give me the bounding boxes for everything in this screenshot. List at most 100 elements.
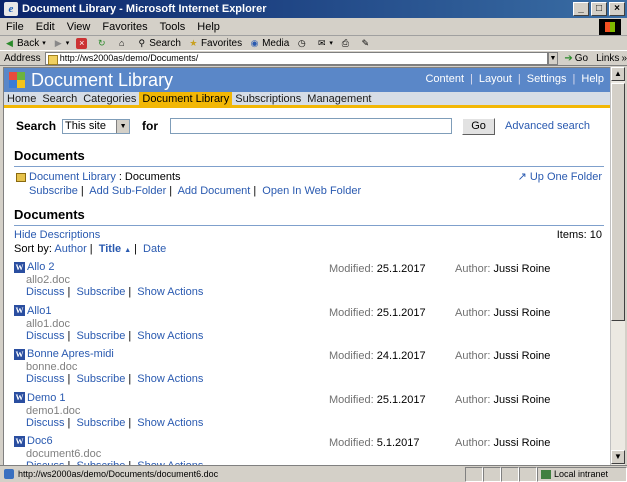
documents-meta: Hide Descriptions Items: 10	[4, 229, 610, 243]
document-modified: Modified: 25.1.2017	[329, 306, 426, 319]
discuss-link[interactable]: Discuss	[26, 417, 65, 429]
discuss-link[interactable]: Discuss	[26, 286, 65, 298]
show-actions-link[interactable]: Show Actions	[137, 373, 203, 385]
document-actions: Discuss| Subscribe| Show Actions	[26, 329, 204, 342]
tab-home[interactable]: Home	[4, 92, 39, 105]
hide-descriptions-link[interactable]: Hide Descriptions	[14, 229, 100, 241]
mail-button[interactable]: ✉ ▾	[316, 38, 333, 49]
document-actions: Discuss| Subscribe| Show Actions	[26, 373, 204, 385]
show-actions-link[interactable]: Show Actions	[137, 330, 203, 342]
menu-help[interactable]: Help	[197, 21, 220, 33]
home-button[interactable]: ⌂	[116, 38, 129, 49]
search-bar: Search This site ▼ for Go Advanced searc…	[4, 114, 610, 138]
close-button[interactable]: ×	[609, 2, 625, 16]
back-button[interactable]: ◀ Back ▾	[4, 38, 46, 49]
address-dropdown-button[interactable]: ▼	[547, 51, 559, 65]
sort-date-link[interactable]: Date	[143, 243, 166, 255]
tab-document-library[interactable]: Document Library	[139, 92, 233, 105]
scrollbar-thumb[interactable]	[611, 83, 625, 321]
subscribe-link[interactable]: Subscribe	[76, 417, 125, 429]
items-count: Items: 10	[556, 229, 602, 241]
browser-toolbar: ◀ Back ▾ ▶ ▾ × ↻ ⌂ ⚲ Search ★ Favorites ◉ Medi…	[0, 36, 627, 50]
folder-actions: Subscribe | Add Sub-Folder | Add Document |…	[29, 185, 362, 197]
address-bar: Address http://ws2000as/demo/Documents/ …	[0, 50, 627, 66]
search-toolbar-button[interactable]: ⚲ Search	[136, 38, 180, 49]
nav-tabs: Home Search Categories Document Library …	[4, 92, 610, 108]
documents-section-heading: Documents	[14, 207, 85, 222]
search-input[interactable]	[170, 118, 453, 134]
document-row: W Doc6 document6.doc Discuss| Subscribe|…	[4, 434, 610, 465]
up-arrow-icon: ↗	[517, 171, 527, 183]
add-document-link[interactable]: Add Document	[178, 185, 251, 197]
status-url: http://ws2000as/demo/Documents/document6…	[0, 469, 465, 479]
chevron-down-icon: ▼	[116, 119, 130, 133]
document-title-link[interactable]: Demo 1	[27, 392, 66, 404]
tab-subscriptions[interactable]: Subscriptions	[232, 92, 304, 105]
util-link-content[interactable]: Content	[425, 73, 464, 85]
util-link-layout[interactable]: Layout	[479, 73, 512, 85]
tab-management[interactable]: Management	[304, 92, 374, 105]
document-modified: Modified: 5.1.2017	[329, 437, 420, 449]
discuss-link[interactable]: Discuss	[26, 330, 65, 342]
favorites-icon: ★	[189, 37, 198, 48]
subscribe-link[interactable]: Subscribe	[76, 330, 125, 342]
favorites-toolbar-button[interactable]: ★ Favorites	[188, 38, 242, 49]
sort-author-link[interactable]: Author	[54, 243, 86, 255]
maximize-button[interactable]: □	[591, 2, 607, 16]
stop-button[interactable]: ×	[76, 37, 89, 49]
folder-subscribe-link[interactable]: Subscribe	[29, 185, 78, 197]
document-title-link[interactable]: Doc6	[27, 435, 53, 447]
tab-search[interactable]: Search	[39, 92, 80, 105]
advanced-search-link[interactable]: Advanced search	[505, 120, 590, 132]
scroll-up-button[interactable]: ▲	[611, 67, 625, 81]
document-row: W Allo1 allo1.doc Discuss | Subscribe | Sh…	[4, 304, 610, 345]
document-title-link[interactable]: Bonne Apres-midi	[27, 348, 114, 360]
document-title-link[interactable]: Allo 2	[27, 261, 55, 273]
util-link-settings[interactable]: Settings	[527, 73, 567, 85]
address-input[interactable]: http://ws2000as/demo/Documents/	[44, 51, 548, 65]
menu-view[interactable]: View	[67, 21, 91, 33]
menu-tools[interactable]: Tools	[160, 21, 186, 33]
search-scope-select[interactable]: This site ▼	[62, 118, 131, 134]
media-icon: ◉	[250, 37, 259, 48]
add-sub-folder-link[interactable]: Add Sub-Folder	[89, 185, 166, 197]
menu-favorites[interactable]: Favorites	[102, 21, 147, 33]
sort-label: Sort by:	[14, 243, 52, 255]
subscribe-link[interactable]: Subscribe	[76, 286, 125, 298]
print-button[interactable]: ⎙	[340, 38, 353, 49]
menu-file[interactable]: File	[6, 21, 24, 33]
site-header: Document Library Content | Layout | Settin…	[4, 68, 610, 92]
up-one-folder-link[interactable]: ↗ Up One Folder	[518, 170, 602, 183]
subscribe-link[interactable]: Subscribe	[76, 373, 125, 385]
address-go-button[interactable]: Go	[575, 53, 588, 64]
security-zone: Local intranet	[537, 466, 627, 482]
refresh-button[interactable]: ↻	[96, 38, 109, 49]
show-actions-link[interactable]: Show Actions	[137, 417, 203, 429]
for-label: for	[142, 119, 159, 133]
tab-categories[interactable]: Categories	[80, 92, 139, 105]
document-author: Author: Jussi Roine	[455, 350, 551, 362]
edit-button[interactable]: ✎	[360, 38, 373, 49]
open-in-web-folder-link[interactable]: Open In Web Folder	[262, 185, 361, 197]
history-button[interactable]: ◷	[296, 38, 309, 49]
util-link-help[interactable]: Help	[581, 73, 604, 85]
search-go-button[interactable]: Go	[462, 117, 496, 135]
menu-edit[interactable]: Edit	[36, 21, 55, 33]
document-author: Author: Jussi Roine	[455, 393, 551, 406]
media-toolbar-button[interactable]: ◉ Media	[249, 37, 290, 49]
links-button[interactable]: Links	[596, 53, 619, 64]
sort-title-link[interactable]: Title ▲	[99, 243, 131, 255]
breadcrumb-parent-link[interactable]: Document Library	[29, 171, 116, 183]
discuss-link[interactable]: Discuss	[26, 373, 65, 385]
document-filename: bonne.doc	[26, 361, 78, 373]
minimize-button[interactable]: _	[573, 2, 589, 16]
document-author: Author: Jussi Roine	[455, 437, 551, 449]
document-title-link[interactable]: Allo1	[27, 305, 51, 317]
breadcrumb: Document Library : Documents ↗ Up One Fo…	[4, 170, 610, 184]
forward-button[interactable]: ▶ ▾	[53, 38, 69, 49]
edit-icon: ✎	[361, 37, 370, 48]
vertical-scrollbar[interactable]: ▲ ▼	[610, 67, 625, 465]
sort-controls: Sort by: Author | Title ▲ | Date	[14, 243, 167, 255]
show-actions-link[interactable]: Show Actions	[137, 286, 203, 298]
scroll-down-button[interactable]: ▼	[611, 450, 625, 464]
